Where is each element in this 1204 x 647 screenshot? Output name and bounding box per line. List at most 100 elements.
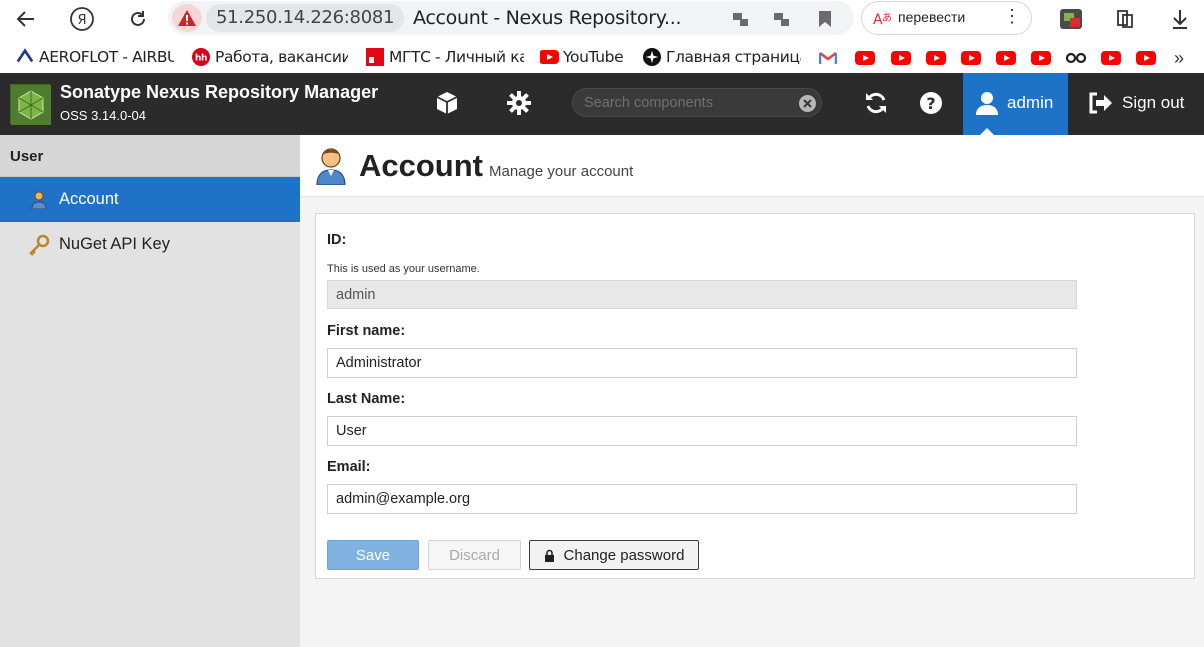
search-input[interactable] (584, 93, 784, 113)
translate-extension-icon (774, 13, 789, 26)
bookmark-aeroflot[interactable]: AEROFLOT - AIRBU (16, 46, 174, 68)
gmail-bookmark[interactable] (818, 51, 838, 70)
bookmark-main-page[interactable]: Главная страница (643, 46, 801, 68)
bookmark-mgts[interactable]: МГТС - Личный ка (366, 46, 524, 68)
security-warning-button[interactable] (172, 4, 202, 32)
account-header-icon (316, 148, 346, 185)
reload-button[interactable] (123, 4, 153, 34)
youtube-icon (1031, 51, 1051, 65)
bookmark-page-button[interactable] (810, 4, 840, 34)
bookmark-label: Работа, вакансии, (215, 48, 348, 66)
downloads-button[interactable] (1165, 4, 1195, 34)
change-password-button[interactable]: Change password (529, 540, 699, 570)
youtube-bookmark-9[interactable] (1136, 51, 1156, 65)
main-content: Account Manage your account ID: This is … (300, 135, 1204, 647)
youtube-bookmark-5[interactable] (961, 51, 981, 65)
extension-button-2[interactable] (766, 4, 796, 34)
page-subtitle: Manage your account (489, 163, 634, 180)
arrow-left-icon (16, 11, 34, 27)
sidebar-item-label: Account (59, 190, 119, 208)
svg-text:?: ? (926, 94, 935, 113)
svg-text:Я: Я (77, 13, 86, 28)
help-icon: ? (920, 92, 942, 114)
nexus-logo[interactable] (10, 84, 51, 125)
administration-button[interactable] (503, 87, 535, 119)
help-button[interactable]: ? (915, 87, 947, 119)
sign-out-label: Sign out (1122, 93, 1185, 112)
youtube-icon (926, 51, 946, 65)
url-host[interactable]: 51.250.14.226:8081 (206, 4, 405, 32)
change-password-label: Change password (563, 546, 685, 564)
user-label: admin (1007, 93, 1054, 112)
refresh-icon (866, 92, 886, 114)
more-bookmarks-icon[interactable]: » (1174, 48, 1184, 69)
profile-extension-button[interactable] (1056, 4, 1086, 34)
glasses-bookmark[interactable] (1065, 51, 1087, 69)
first-name-field[interactable] (327, 348, 1077, 378)
sign-out-icon (1089, 92, 1112, 114)
youtube-icon (540, 48, 559, 66)
user-button[interactable]: admin (963, 73, 1068, 135)
browse-button[interactable] (431, 87, 463, 119)
page-tab-title: Account - Nexus Repository... (413, 7, 682, 29)
youtube-icon (1136, 51, 1156, 65)
discard-button[interactable]: Discard (428, 540, 521, 570)
aeroflot-icon (16, 48, 34, 66)
refresh-button[interactable] (860, 87, 892, 119)
youtube-icon (1101, 51, 1121, 65)
gear-icon (507, 91, 531, 115)
youtube-bookmark-4[interactable] (926, 51, 946, 65)
sidebar-section-label: User (10, 148, 44, 165)
last-name-field[interactable] (327, 416, 1077, 446)
sidebar: User Account NuGet API Key (0, 135, 300, 647)
more-options-icon[interactable]: ⋮ (1003, 6, 1021, 27)
user-account-icon (28, 189, 50, 211)
id-help-text: This is used as your username. (327, 263, 480, 275)
bookmark-label: Главная страница (666, 48, 801, 66)
translate-label: перевести (898, 9, 966, 25)
last-name-label: Last Name: (327, 391, 406, 407)
translate-icon: Aあ (873, 12, 892, 28)
active-caret (980, 128, 994, 135)
page-header: Account Manage your account (300, 135, 1204, 197)
youtube-bookmark-8[interactable] (1101, 51, 1121, 65)
account-form: ID: This is used as your username. First… (315, 213, 1195, 579)
profile-extension-icon (1060, 9, 1082, 29)
email-label: Email: (327, 459, 371, 475)
svg-text:hh: hh (195, 54, 207, 64)
back-button[interactable] (11, 4, 41, 34)
youtube-bookmark-3[interactable] (891, 51, 911, 65)
bookmark-label: YouTube (563, 48, 624, 66)
email-field[interactable] (327, 484, 1077, 514)
yandex-icon: Я (70, 7, 94, 31)
collections-button[interactable] (1110, 4, 1140, 34)
key-extension-icon (733, 13, 748, 26)
bookmark-hh[interactable]: hh Работа, вакансии, (192, 46, 348, 68)
bookmark-label: AEROFLOT - AIRBU (39, 48, 174, 66)
id-field (327, 280, 1077, 309)
collections-icon (1117, 10, 1133, 28)
page-title: Account (359, 148, 483, 183)
bookmark-label: МГТС - Личный ка (389, 48, 524, 66)
sidebar-item-account[interactable]: Account (0, 177, 300, 222)
key-icon (28, 234, 50, 256)
sidebar-item-nuget-api-key[interactable]: NuGet API Key (0, 222, 300, 267)
bookmark-youtube[interactable]: YouTube (540, 46, 623, 68)
user-icon (976, 92, 998, 115)
youtube-bookmark-7[interactable] (1031, 51, 1051, 65)
extension-button-1[interactable] (725, 4, 755, 34)
save-button[interactable]: Save (327, 540, 419, 570)
cube-icon (436, 92, 458, 114)
clear-search-icon[interactable] (799, 95, 816, 112)
warning-icon (178, 10, 196, 26)
youtube-icon (855, 51, 875, 65)
yandex-button[interactable]: Я (67, 4, 97, 34)
search-components[interactable] (572, 88, 822, 117)
youtube-bookmark-2[interactable] (855, 51, 875, 65)
lock-icon (544, 549, 555, 562)
youtube-icon (996, 51, 1016, 65)
bookmarks-bar: AEROFLOT - AIRBU hh Работа, вакансии, МГ… (0, 40, 1204, 73)
app-title: Sonatype Nexus Repository Manager (60, 82, 379, 102)
hh-icon: hh (192, 48, 210, 66)
youtube-bookmark-6[interactable] (996, 51, 1016, 65)
